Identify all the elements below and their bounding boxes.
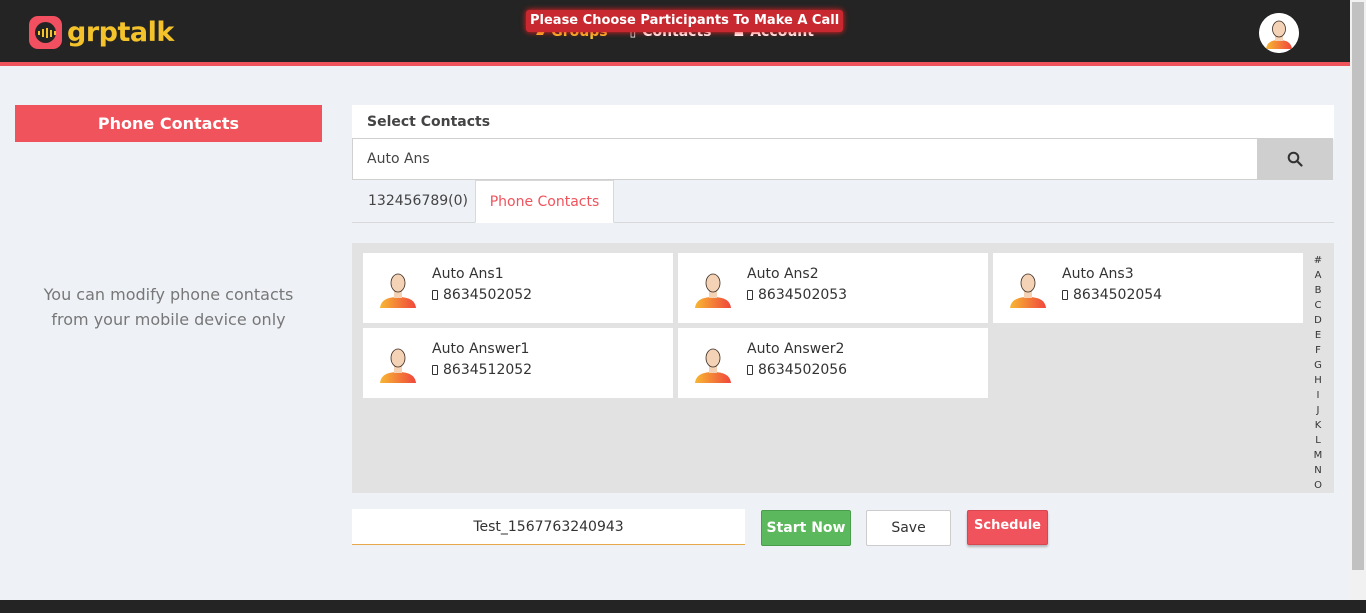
mobile-icon bbox=[1062, 290, 1068, 300]
contact-name: Auto Answer2 bbox=[747, 341, 845, 357]
mobile-icon bbox=[432, 290, 438, 300]
note-line-1: You can modify phone contacts bbox=[43, 285, 294, 304]
contact-name: Auto Answer1 bbox=[432, 341, 530, 357]
user-avatar-icon bbox=[1259, 13, 1299, 53]
schedule-button[interactable]: Schedule bbox=[967, 510, 1048, 545]
modify-contacts-note: You can modify phone contacts from your … bbox=[15, 282, 322, 332]
alpha-letter[interactable]: B bbox=[1315, 283, 1322, 298]
alpha-letter[interactable]: I bbox=[1317, 388, 1320, 403]
contact-phone-number: 8634502056 bbox=[758, 362, 848, 378]
mobile-icon bbox=[747, 365, 753, 375]
start-now-button[interactable]: Start Now bbox=[761, 510, 851, 546]
contact-avatar-icon bbox=[695, 273, 731, 308]
alpha-letter[interactable]: G bbox=[1314, 358, 1322, 373]
contact-phone-number: 8634502052 bbox=[443, 287, 533, 303]
contact-phone-number: 8634502054 bbox=[1073, 287, 1163, 303]
select-contacts-header: Select Contacts bbox=[352, 105, 1334, 139]
contact-phone-number: 8634512052 bbox=[443, 362, 533, 378]
contact-avatar-icon bbox=[695, 348, 731, 383]
phone-contacts-title: Phone Contacts bbox=[15, 105, 322, 142]
brand-name: grptalk bbox=[67, 17, 174, 48]
contact-avatar-icon bbox=[380, 273, 416, 308]
alpha-letter[interactable]: N bbox=[1314, 463, 1321, 478]
contact-phone: 8634502053 bbox=[747, 287, 847, 303]
contacts-grid: Auto Ans1 8634502052 Auto Ans2 863450205… bbox=[352, 243, 1334, 493]
contact-card[interactable]: Auto Ans2 8634502053 bbox=[678, 253, 988, 323]
contact-avatar-icon bbox=[380, 348, 416, 383]
contact-card[interactable]: Auto Ans1 8634502052 bbox=[363, 253, 673, 323]
tab-group-number[interactable]: 132456789(0) bbox=[368, 180, 468, 223]
contact-card[interactable]: Auto Answer2 8634502056 bbox=[678, 328, 988, 398]
mobile-icon bbox=[747, 290, 753, 300]
alpha-letter[interactable]: K bbox=[1315, 418, 1322, 433]
contact-name: Auto Ans3 bbox=[1062, 266, 1134, 282]
contact-phone: 8634502056 bbox=[747, 362, 847, 378]
contact-card[interactable]: Auto Answer1 8634512052 bbox=[363, 328, 673, 398]
contact-phone: 8634502054 bbox=[1062, 287, 1162, 303]
alpha-letter[interactable]: C bbox=[1315, 298, 1322, 313]
contact-name: Auto Ans1 bbox=[432, 266, 504, 282]
group-name-field[interactable]: Test_1567763240943 bbox=[352, 509, 745, 545]
user-avatar[interactable] bbox=[1259, 13, 1299, 53]
alpha-letter[interactable]: M bbox=[1314, 448, 1323, 463]
scrollbar-thumb[interactable] bbox=[1352, 2, 1364, 570]
grptalk-logo-icon bbox=[29, 16, 62, 49]
contact-avatar-icon bbox=[1010, 273, 1046, 308]
tab-phone-contacts[interactable]: Phone Contacts bbox=[475, 180, 614, 223]
contact-phone-number: 8634502053 bbox=[758, 287, 848, 303]
search-button[interactable] bbox=[1257, 138, 1333, 180]
search-icon bbox=[1287, 151, 1303, 167]
alphabet-index: # A B C D E F G H I J K L M N O bbox=[1311, 253, 1325, 493]
save-button[interactable]: Save bbox=[866, 510, 951, 546]
contact-phone: 8634502052 bbox=[432, 287, 532, 303]
note-line-2: from your mobile device only bbox=[51, 310, 286, 329]
alpha-letter[interactable]: # bbox=[1314, 253, 1322, 268]
grptalk-logo[interactable]: grptalk bbox=[29, 16, 174, 49]
alpha-letter[interactable]: A bbox=[1315, 268, 1322, 283]
alpha-letter[interactable]: J bbox=[1317, 403, 1320, 418]
alpha-letter[interactable]: D bbox=[1314, 313, 1322, 328]
contact-card[interactable]: Auto Ans3 8634502054 bbox=[993, 253, 1303, 323]
alpha-letter[interactable]: E bbox=[1315, 328, 1321, 343]
search-input[interactable]: Auto Ans bbox=[352, 138, 1258, 180]
alpha-letter[interactable]: F bbox=[1315, 343, 1321, 358]
mobile-icon bbox=[432, 365, 438, 375]
contact-name: Auto Ans2 bbox=[747, 266, 819, 282]
alpha-letter[interactable]: O bbox=[1314, 478, 1322, 493]
top-header: grptalk ▰ Groups ▯ Contacts ☗ Account Pl… bbox=[0, 0, 1350, 66]
page-footer bbox=[0, 600, 1366, 613]
contact-phone: 8634512052 bbox=[432, 362, 532, 378]
alpha-letter[interactable]: H bbox=[1314, 373, 1322, 388]
contact-tabs: 132456789(0) Phone Contacts bbox=[352, 180, 1334, 223]
alpha-letter[interactable]: L bbox=[1315, 433, 1321, 448]
page-scrollbar[interactable] bbox=[1350, 0, 1366, 600]
notification-toast: Please Choose Participants To Make A Cal… bbox=[526, 10, 844, 32]
